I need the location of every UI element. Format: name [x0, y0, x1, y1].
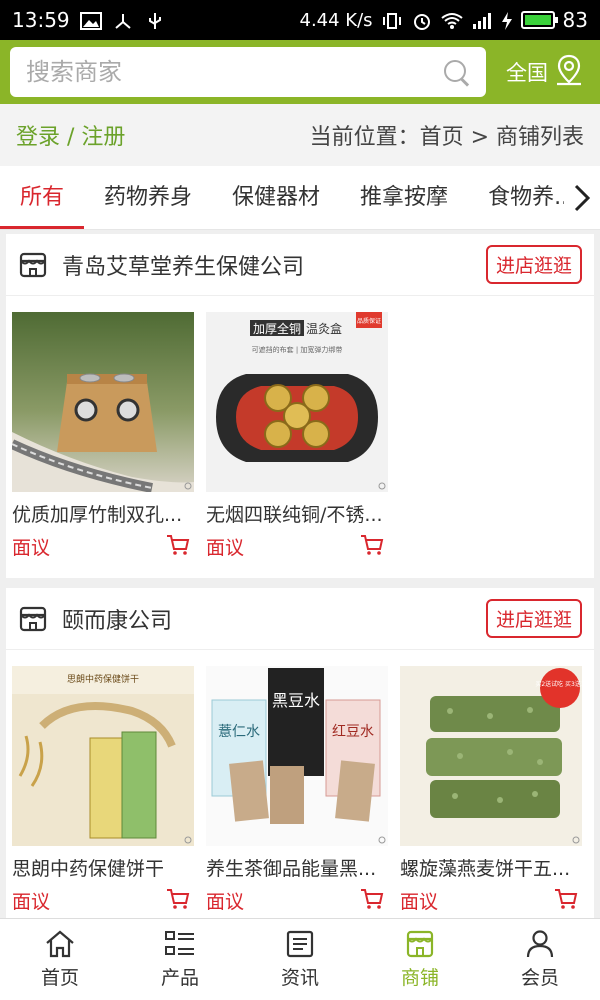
- product-list: 优质加厚竹制双孔... 面议 思朗中药保健饼干 加厚全铜 温灸盒 可遮挡的布套 …: [6, 296, 594, 560]
- nav-news[interactable]: 资讯: [240, 919, 360, 1000]
- product-image[interactable]: 思朗中药保健饼干: [12, 666, 194, 846]
- image-icon: [79, 11, 102, 30]
- usb-icon: [144, 11, 166, 29]
- nav-shops-label: 商铺: [400, 967, 439, 989]
- search-box[interactable]: [10, 47, 486, 97]
- product-card[interactable]: 买2送试吃 买3送1 螺旋藻燕麦饼干五... 面议: [400, 666, 582, 914]
- product-name[interactable]: 螺旋藻燕麦饼干五...: [400, 854, 582, 881]
- shop-card: 青岛艾草堂养生保健公司 进店逛逛 优质加厚竹制双孔... 面议 加厚全铜 温灸盒…: [6, 234, 594, 578]
- home-icon: [46, 930, 74, 958]
- product-image[interactable]: 思朗中药保健饼干 加厚全铜 温灸盒 可遮挡的布套 | 加宽弹力绑带 品质保证: [206, 312, 388, 492]
- region-selector[interactable]: 全国: [506, 54, 590, 91]
- add-to-cart-button[interactable]: [360, 888, 384, 914]
- status-bar: 13:59 4.44 K/s 83: [0, 0, 600, 40]
- add-to-cart-button[interactable]: [554, 888, 578, 914]
- tab-all[interactable]: 所有: [0, 166, 85, 229]
- breadcrumb: 当前位置：首页 > 商铺列表: [309, 125, 584, 150]
- search-input[interactable]: [26, 58, 442, 86]
- product-price: 面议: [206, 537, 245, 559]
- cart-icon: [167, 888, 190, 909]
- banner-suffix: 温灸盒: [306, 321, 342, 336]
- tab-health-equipment[interactable]: 保健器材: [212, 166, 340, 229]
- nav-home[interactable]: 首页: [0, 919, 120, 1000]
- alarm-icon: [411, 11, 433, 30]
- product-list: 思朗中药保健饼干 思朗中药保健饼干 面议 黑豆水 薏仁水 红豆水 养生茶御品能量…: [6, 650, 594, 914]
- add-to-cart-button[interactable]: [166, 534, 190, 560]
- user-icon: [526, 930, 554, 958]
- product-price: 面议: [400, 891, 439, 913]
- header: 全国: [0, 40, 600, 104]
- search-icon[interactable]: [442, 58, 470, 86]
- tab-massage[interactable]: 推拿按摩: [340, 166, 468, 229]
- nav-member-label: 会员: [520, 967, 559, 989]
- product-name[interactable]: 无烟四联纯铜/不锈...: [206, 500, 388, 527]
- bottom-nav: 首页 产品 资讯 商铺 会员: [0, 918, 600, 1000]
- product-image[interactable]: [12, 312, 194, 492]
- network-speed: 4.44 K/s: [299, 9, 373, 31]
- quality-badge: 品质保证: [357, 317, 381, 325]
- product-price: 面议: [12, 537, 51, 559]
- signal-icon: [471, 11, 493, 29]
- shop-card: 颐而康公司 进店逛逛 思朗中药保健饼干 思朗中药保健饼干 面议 黑豆水 薏仁水 …: [6, 588, 594, 920]
- login-register-link[interactable]: 登录 / 注册: [16, 119, 125, 151]
- promo-badge: 买2送试吃 买3送1: [535, 680, 582, 688]
- banner-subtitle: 可遮挡的布套 | 加宽弹力绑带: [252, 345, 343, 354]
- add-to-cart-button[interactable]: [360, 534, 384, 560]
- nav-news-label: 资讯: [280, 967, 319, 989]
- tea-label-red-bean: 红豆水: [332, 724, 374, 740]
- product-card[interactable]: 优质加厚竹制双孔... 面议: [12, 312, 194, 560]
- store-icon: [19, 252, 47, 277]
- cart-icon: [555, 888, 578, 909]
- shop-name[interactable]: 青岛艾草堂养生保健公司: [62, 249, 304, 281]
- shop-header: 青岛艾草堂养生保健公司 进店逛逛: [6, 234, 594, 296]
- product-name[interactable]: 优质加厚竹制双孔...: [12, 500, 194, 527]
- tab-medicine-health[interactable]: 药物养身: [84, 166, 212, 229]
- category-tabs: 所有 药物养身 保健器材 推拿按摩 食物养...: [0, 166, 600, 230]
- box-title: 思朗中药保健饼干: [67, 673, 139, 685]
- list-icon: [165, 931, 194, 955]
- cart-icon: [361, 534, 384, 555]
- cart-icon: [361, 888, 384, 909]
- vibrate-icon: [381, 11, 403, 29]
- chevron-right-icon: [574, 184, 591, 212]
- product-price: 面议: [206, 891, 245, 913]
- store-icon: [19, 606, 47, 631]
- cart-icon: [167, 534, 190, 555]
- product-image[interactable]: 黑豆水 薏仁水 红豆水: [206, 666, 388, 846]
- clock: 13:59: [12, 8, 70, 32]
- shop-icon: [406, 930, 434, 958]
- product-image[interactable]: 买2送试吃 买3送1: [400, 666, 582, 846]
- nav-shops[interactable]: 商铺: [360, 919, 480, 1000]
- enter-shop-button[interactable]: 进店逛逛: [485, 245, 582, 284]
- product-name[interactable]: 养生茶御品能量黑...: [206, 854, 388, 881]
- add-to-cart-button[interactable]: [166, 888, 190, 914]
- product-name[interactable]: 思朗中药保健饼干: [12, 854, 194, 881]
- share-icon: [112, 11, 134, 29]
- battery-level: 83: [562, 8, 588, 32]
- product-price: 面议: [12, 891, 51, 913]
- news-icon: [286, 930, 314, 958]
- nav-products[interactable]: 产品: [120, 919, 240, 1000]
- nav-member[interactable]: 会员: [480, 919, 600, 1000]
- product-card[interactable]: 黑豆水 薏仁水 红豆水 养生茶御品能量黑... 面议: [206, 666, 388, 914]
- product-card[interactable]: 思朗中药保健饼干 思朗中药保健饼干 面议: [12, 666, 194, 914]
- product-card[interactable]: 思朗中药保健饼干 加厚全铜 温灸盒 可遮挡的布套 | 加宽弹力绑带 品质保证: [206, 312, 388, 560]
- nav-products-label: 产品: [160, 967, 199, 989]
- charging-icon: [501, 11, 513, 30]
- location-bar: 登录 / 注册 当前位置：首页 > 商铺列表: [0, 104, 600, 166]
- tea-label-coix: 薏仁水: [218, 724, 260, 740]
- shop-header: 颐而康公司 进店逛逛: [6, 588, 594, 650]
- region-label: 全国: [506, 61, 548, 85]
- wifi-icon: [440, 11, 463, 29]
- tea-label-black-bean: 黑豆水: [272, 691, 320, 710]
- location-pin-icon: [554, 54, 584, 91]
- tabs-scroll-right-button[interactable]: [564, 166, 600, 229]
- shop-name[interactable]: 颐而康公司: [62, 603, 172, 635]
- enter-shop-button[interactable]: 进店逛逛: [485, 599, 582, 638]
- battery-icon: [520, 11, 558, 29]
- banner-highlight: 加厚全铜: [253, 321, 301, 336]
- nav-home-label: 首页: [40, 967, 79, 989]
